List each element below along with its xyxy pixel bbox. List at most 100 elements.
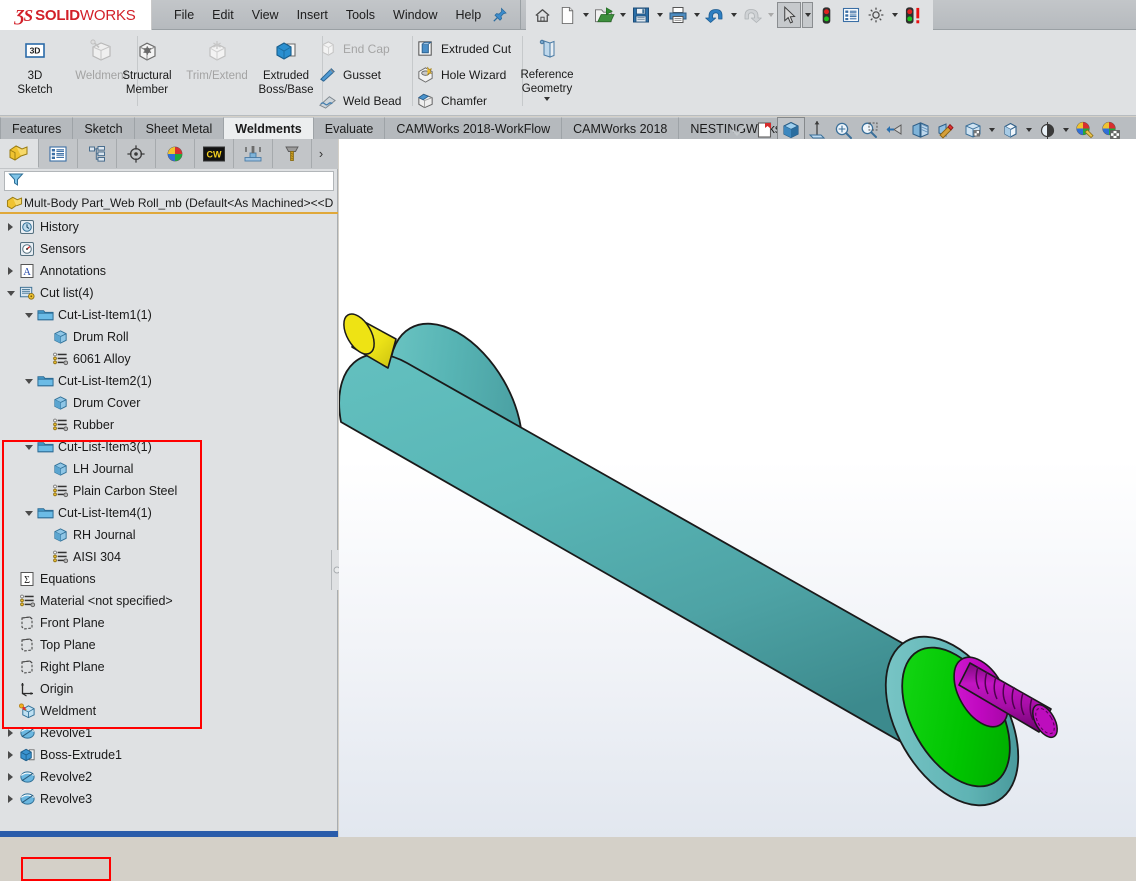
ribbon-extruded-cut-button[interactable]: Extruded Cut bbox=[412, 36, 519, 62]
tab-camworks-workflow[interactable]: CAMWorks 2018-WorkFlow bbox=[385, 117, 563, 139]
tree-item-lh-journal[interactable]: LH Journal bbox=[0, 458, 338, 480]
menu-tools[interactable]: Tools bbox=[337, 4, 384, 26]
tree-item-equations[interactable]: Σ Equations bbox=[0, 568, 338, 590]
ribbon-structural-member-button[interactable]: Structural Member bbox=[113, 32, 181, 114]
select-cursor-icon[interactable] bbox=[777, 2, 801, 28]
tree-item-cut-list-item3[interactable]: Cut-List-Item3(1) bbox=[0, 436, 338, 458]
undo-icon[interactable] bbox=[703, 2, 727, 28]
expand-arrow-icon[interactable] bbox=[4, 751, 17, 759]
tree-item-right-plane[interactable]: Right Plane bbox=[0, 656, 338, 678]
pushpin-icon[interactable] bbox=[492, 7, 508, 23]
menu-window[interactable]: Window bbox=[384, 4, 446, 26]
tab-sketch[interactable]: Sketch bbox=[73, 117, 135, 139]
print-dropdown[interactable] bbox=[691, 2, 702, 28]
rebuild-error-icon[interactable] bbox=[901, 2, 927, 28]
tree-item-front-plane[interactable]: Front Plane bbox=[0, 612, 338, 634]
redo-icon[interactable] bbox=[740, 2, 764, 28]
rebuild-traffic-light-icon[interactable] bbox=[814, 2, 838, 28]
solid-body-icon bbox=[50, 461, 70, 477]
feature-tree-filter[interactable] bbox=[4, 171, 334, 191]
tab-weldments[interactable]: Weldments bbox=[224, 117, 314, 139]
collapse-arrow-icon[interactable] bbox=[22, 510, 35, 516]
save-dropdown[interactable] bbox=[654, 2, 665, 28]
ribbon-reference-geometry-button[interactable]: Reference Geometry bbox=[510, 32, 584, 114]
tree-item-material-not-specified[interactable]: Material <not specified> bbox=[0, 590, 338, 612]
reference-geometry-dropdown-caret[interactable] bbox=[544, 96, 550, 114]
tree-item-material-rubber[interactable]: Rubber bbox=[0, 414, 338, 436]
ribbon-end-cap-button[interactable]: End Cap bbox=[314, 36, 409, 62]
tab-features[interactable]: Features bbox=[0, 117, 74, 139]
tree-item-sensors[interactable]: Sensors bbox=[0, 238, 338, 260]
options-dropdown[interactable] bbox=[889, 2, 900, 28]
tree-item-drum-cover[interactable]: Drum Cover bbox=[0, 392, 338, 414]
tree-item-material-plain-carbon-steel[interactable]: Plain Carbon Steel bbox=[0, 480, 338, 502]
tree-item-material-6061-alloy[interactable]: 6061 Alloy bbox=[0, 348, 338, 370]
undo-dropdown[interactable] bbox=[728, 2, 739, 28]
home-icon[interactable] bbox=[530, 2, 554, 28]
tree-item-weldment[interactable]: Weldment bbox=[0, 700, 338, 722]
configuration-manager-tab[interactable] bbox=[78, 139, 117, 168]
expand-arrow-icon[interactable] bbox=[4, 773, 17, 781]
ribbon-weld-bead-button[interactable]: Weld Bead bbox=[314, 88, 409, 114]
options-gear-icon[interactable] bbox=[864, 2, 888, 28]
open-folder-dropdown[interactable] bbox=[617, 2, 628, 28]
feature-tree-root[interactable]: Mult-Body Part_Web Roll_mb (Default<As M… bbox=[0, 194, 338, 214]
tree-item-cut-list-item1[interactable]: Cut-List-Item1(1) bbox=[0, 304, 338, 326]
camworks-tools-tree-tab[interactable] bbox=[273, 139, 312, 168]
tree-item-drum-roll[interactable]: Drum Roll bbox=[0, 326, 338, 348]
menu-help[interactable]: Help bbox=[447, 4, 491, 26]
collapse-arrow-icon[interactable] bbox=[22, 312, 35, 318]
tab-sheet-metal[interactable]: Sheet Metal bbox=[134, 117, 225, 139]
new-document-icon[interactable] bbox=[555, 2, 579, 28]
expand-arrow-icon[interactable] bbox=[4, 223, 17, 231]
ribbon-hole-wizard-button[interactable]: Hole Wizard bbox=[412, 62, 519, 88]
menu-file[interactable]: File bbox=[165, 4, 203, 26]
expand-arrow-icon[interactable] bbox=[4, 267, 17, 275]
redo-dropdown[interactable] bbox=[765, 2, 776, 28]
file-properties-icon[interactable] bbox=[839, 2, 863, 28]
tab-evaluate[interactable]: Evaluate bbox=[313, 117, 386, 139]
feature-manager-tab[interactable] bbox=[0, 139, 39, 168]
camworks-feature-tree-tab[interactable]: CW bbox=[195, 139, 234, 168]
tree-item-cut-list-item2[interactable]: Cut-List-Item2(1) bbox=[0, 370, 338, 392]
tree-item-annotations[interactable]: A Annotations bbox=[0, 260, 338, 282]
tree-item-material-aisi-304[interactable]: AISI 304 bbox=[0, 546, 338, 568]
expand-arrow-icon[interactable] bbox=[4, 729, 17, 737]
ribbon-gusset-button[interactable]: Gusset bbox=[314, 62, 409, 88]
tree-item-rh-journal[interactable]: RH Journal bbox=[0, 524, 338, 546]
tree-item-revolve3[interactable]: Revolve3 bbox=[0, 788, 338, 810]
tree-item-origin[interactable]: Origin bbox=[0, 678, 338, 700]
tree-item-history[interactable]: History bbox=[0, 216, 338, 238]
select-cursor-dropdown[interactable] bbox=[802, 2, 813, 28]
tree-item-boss-extrude1[interactable]: Boss-Extrude1 bbox=[0, 744, 338, 766]
menu-insert[interactable]: Insert bbox=[288, 4, 337, 26]
tree-item-cut-list-item4[interactable]: Cut-List-Item4(1) bbox=[0, 502, 338, 524]
graphics-viewport[interactable] bbox=[339, 139, 1136, 837]
ribbon-chamfer-button[interactable]: Chamfer bbox=[412, 88, 519, 114]
tree-item-revolve1[interactable]: Revolve1 bbox=[0, 722, 338, 744]
tree-item-cut-list[interactable]: Cut list(4) bbox=[0, 282, 338, 304]
display-manager-tab[interactable] bbox=[156, 139, 195, 168]
tab-camworks-2018[interactable]: CAMWorks 2018 bbox=[562, 117, 680, 139]
dimxpert-manager-tab[interactable] bbox=[117, 139, 156, 168]
feature-tree-filter-input[interactable] bbox=[24, 173, 333, 189]
save-icon[interactable] bbox=[629, 2, 653, 28]
print-icon[interactable] bbox=[666, 2, 690, 28]
ribbon-trim-extend-button[interactable]: Trim/Extend bbox=[181, 32, 253, 114]
property-manager-tab[interactable] bbox=[39, 139, 78, 168]
collapse-arrow-icon[interactable] bbox=[4, 290, 17, 296]
collapse-arrow-icon[interactable] bbox=[22, 444, 35, 450]
menu-view[interactable]: View bbox=[243, 4, 288, 26]
collapse-arrow-icon[interactable] bbox=[22, 378, 35, 384]
open-folder-icon[interactable] bbox=[592, 2, 616, 28]
expand-arrow-icon[interactable] bbox=[4, 795, 17, 803]
tree-item-top-plane[interactable]: Top Plane bbox=[0, 634, 338, 656]
ribbon-3d-sketch-button[interactable]: 3D 3D Sketch bbox=[2, 32, 68, 114]
menu-edit[interactable]: Edit bbox=[203, 4, 243, 26]
solidworks-logo[interactable]: ƷS SOLID WORKS bbox=[0, 0, 152, 32]
panel-tabs-more-icon[interactable]: › bbox=[312, 139, 330, 168]
new-document-dropdown[interactable] bbox=[580, 2, 591, 28]
camworks-operation-tree-tab[interactable] bbox=[234, 139, 273, 168]
tree-item-revolve2[interactable]: Revolve2 bbox=[0, 766, 338, 788]
ribbon-trim-extend-label: Trim/Extend bbox=[186, 70, 248, 82]
